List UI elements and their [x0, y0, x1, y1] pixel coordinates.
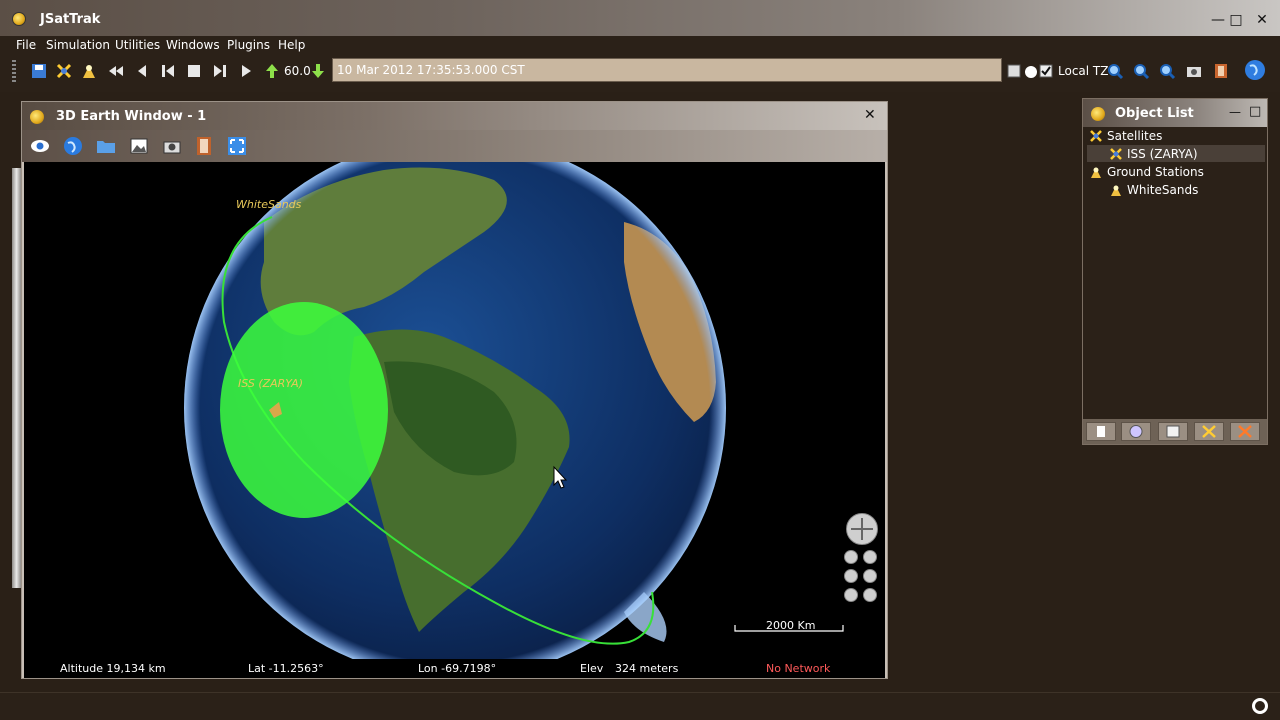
bottom-status-bar [0, 692, 1280, 720]
iss-footprint [220, 302, 388, 518]
film-icon[interactable] [194, 136, 214, 156]
elevation-label: Elev [580, 662, 604, 675]
object-list-minimize-button[interactable]: — [1229, 105, 1241, 119]
zoom-out-control[interactable] [844, 550, 858, 564]
tilt-control[interactable] [844, 588, 858, 602]
earth-window-logo-icon [30, 110, 44, 124]
fullscreen-icon[interactable] [227, 136, 247, 156]
ground-station-label: WhiteSands [236, 198, 302, 211]
custom-satellite-button[interactable] [1230, 422, 1260, 441]
camera-icon[interactable] [1185, 62, 1203, 80]
tree-group-ground-stations[interactable]: Ground Stations [1107, 165, 1204, 179]
view-eye-icon[interactable] [30, 136, 50, 156]
object-list-panel: Object List — □ Satellites ISS (ZARYA) G… [1082, 98, 1268, 445]
earth-globe-render[interactable] [24, 162, 885, 659]
satellites-group-icon [1090, 130, 1102, 142]
scale-label: 2000 Km [766, 619, 816, 632]
longitude-readout: Lon -69.7198° [418, 662, 497, 675]
toolbar-grip[interactable] [12, 60, 16, 82]
earth-window: 3D Earth Window - 1 ✕ WhiteSands ISS (ZA… [21, 101, 888, 679]
local-tz-checkbox[interactable] [1038, 62, 1056, 80]
speed-value: 60.0 [284, 64, 311, 78]
ground-station-icon[interactable] [80, 62, 98, 80]
earth-window-toolbar [22, 130, 887, 162]
object-list-maximize-button[interactable]: □ [1249, 104, 1261, 119]
trash-icon [1097, 426, 1105, 437]
status-ring-icon[interactable] [1252, 698, 1268, 714]
delete-object-button[interactable] [1086, 422, 1116, 441]
properties-button[interactable] [1121, 422, 1151, 441]
title-bar: JSatTrak — □ ✕ [0, 0, 1280, 36]
play-icon[interactable] [237, 62, 255, 80]
tree-group-satellites[interactable]: Satellites [1107, 129, 1162, 143]
app-title: JSatTrak [40, 12, 101, 27]
menu-file[interactable]: File [16, 38, 36, 52]
background-window-edge [12, 168, 21, 588]
window-icon [1166, 425, 1180, 438]
menu-windows[interactable]: Windows [166, 38, 220, 52]
menu-bar: File Simulation Utilities Windows Plugin… [0, 36, 1280, 56]
satellite-label: ISS (ZARYA) [238, 377, 303, 390]
step-forward-end-icon[interactable] [211, 62, 229, 80]
zoom-in-icon[interactable] [1106, 62, 1124, 80]
object-list-logo-icon [1091, 107, 1105, 121]
earth-window-title: 3D Earth Window - 1 [56, 109, 207, 124]
rewind-icon[interactable] [107, 62, 125, 80]
network-status: No Network [766, 662, 831, 675]
step-back-icon[interactable] [133, 62, 151, 80]
ground-stations-group-icon [1091, 167, 1101, 178]
zoom-in-control[interactable] [863, 550, 877, 564]
app-window: JSatTrak — □ ✕ File Simulation Utilities… [0, 0, 1280, 720]
whitesands-station-icon [1111, 185, 1121, 196]
pan-arrows-icon [851, 518, 873, 540]
elevation-value: 324 meters [615, 662, 679, 675]
reset-icon[interactable] [159, 62, 177, 80]
earth-window-close-button[interactable]: ✕ [864, 107, 876, 123]
local-tz-label: Local TZ [1058, 64, 1109, 78]
movie-icon[interactable] [1212, 62, 1230, 80]
app-logo-icon [12, 12, 26, 26]
satellite-custom-icon [1238, 425, 1252, 438]
globe-icon[interactable] [1244, 59, 1266, 81]
zoom-out-icon[interactable] [1132, 62, 1150, 80]
maximize-button[interactable]: □ [1228, 12, 1244, 28]
minimize-button[interactable]: — [1210, 12, 1226, 28]
object-list-title-bar[interactable]: Object List — □ [1083, 99, 1267, 127]
latitude-readout: Lat -11.2563° [248, 662, 324, 675]
folder-icon[interactable] [96, 136, 116, 156]
satellite-add-icon [1202, 425, 1216, 438]
speed-down-icon[interactable] [309, 62, 327, 80]
add-ground-station-button[interactable] [1158, 422, 1188, 441]
reset-view-control[interactable] [863, 588, 877, 602]
stop-icon[interactable] [185, 62, 203, 80]
tree-item-iss[interactable]: ISS (ZARYA) [1127, 147, 1198, 161]
image-icon[interactable] [129, 136, 149, 156]
iss-satellite-icon [1110, 148, 1122, 160]
object-list-footer [1083, 419, 1267, 444]
pan-control[interactable] [846, 513, 878, 545]
earth-window-title-bar[interactable]: 3D Earth Window - 1 ✕ [22, 102, 887, 130]
object-list-title: Object List [1115, 106, 1194, 121]
tree-item-whitesands[interactable]: WhiteSands [1127, 183, 1198, 197]
speed-up-icon[interactable] [263, 62, 281, 80]
satellite-icon[interactable] [55, 62, 73, 80]
globe-view-icon[interactable] [63, 136, 83, 156]
menu-help[interactable]: Help [278, 38, 305, 52]
time-field[interactable]: 10 Mar 2012 17:35:53.000 CST [332, 58, 1002, 82]
zoom-fit-icon[interactable] [1158, 62, 1176, 80]
altitude-readout: Altitude 19,134 km [60, 662, 166, 675]
earth-viewport[interactable]: WhiteSands ISS (ZARYA) 2000 Km [24, 162, 885, 659]
close-button[interactable]: ✕ [1254, 12, 1270, 28]
earth-status-bar: Altitude 19,134 km Lat -11.2563° Lon -69… [24, 659, 885, 678]
menu-simulation[interactable]: Simulation [46, 38, 110, 52]
snapshot-camera-icon[interactable] [162, 136, 182, 156]
menu-plugins[interactable]: Plugins [227, 38, 270, 52]
rotate-left-control[interactable] [844, 569, 858, 583]
target-icon [1129, 425, 1143, 438]
rotate-right-control[interactable] [863, 569, 877, 583]
save-icon[interactable] [30, 62, 48, 80]
add-satellite-button[interactable] [1194, 422, 1224, 441]
menu-utilities[interactable]: Utilities [115, 38, 160, 52]
